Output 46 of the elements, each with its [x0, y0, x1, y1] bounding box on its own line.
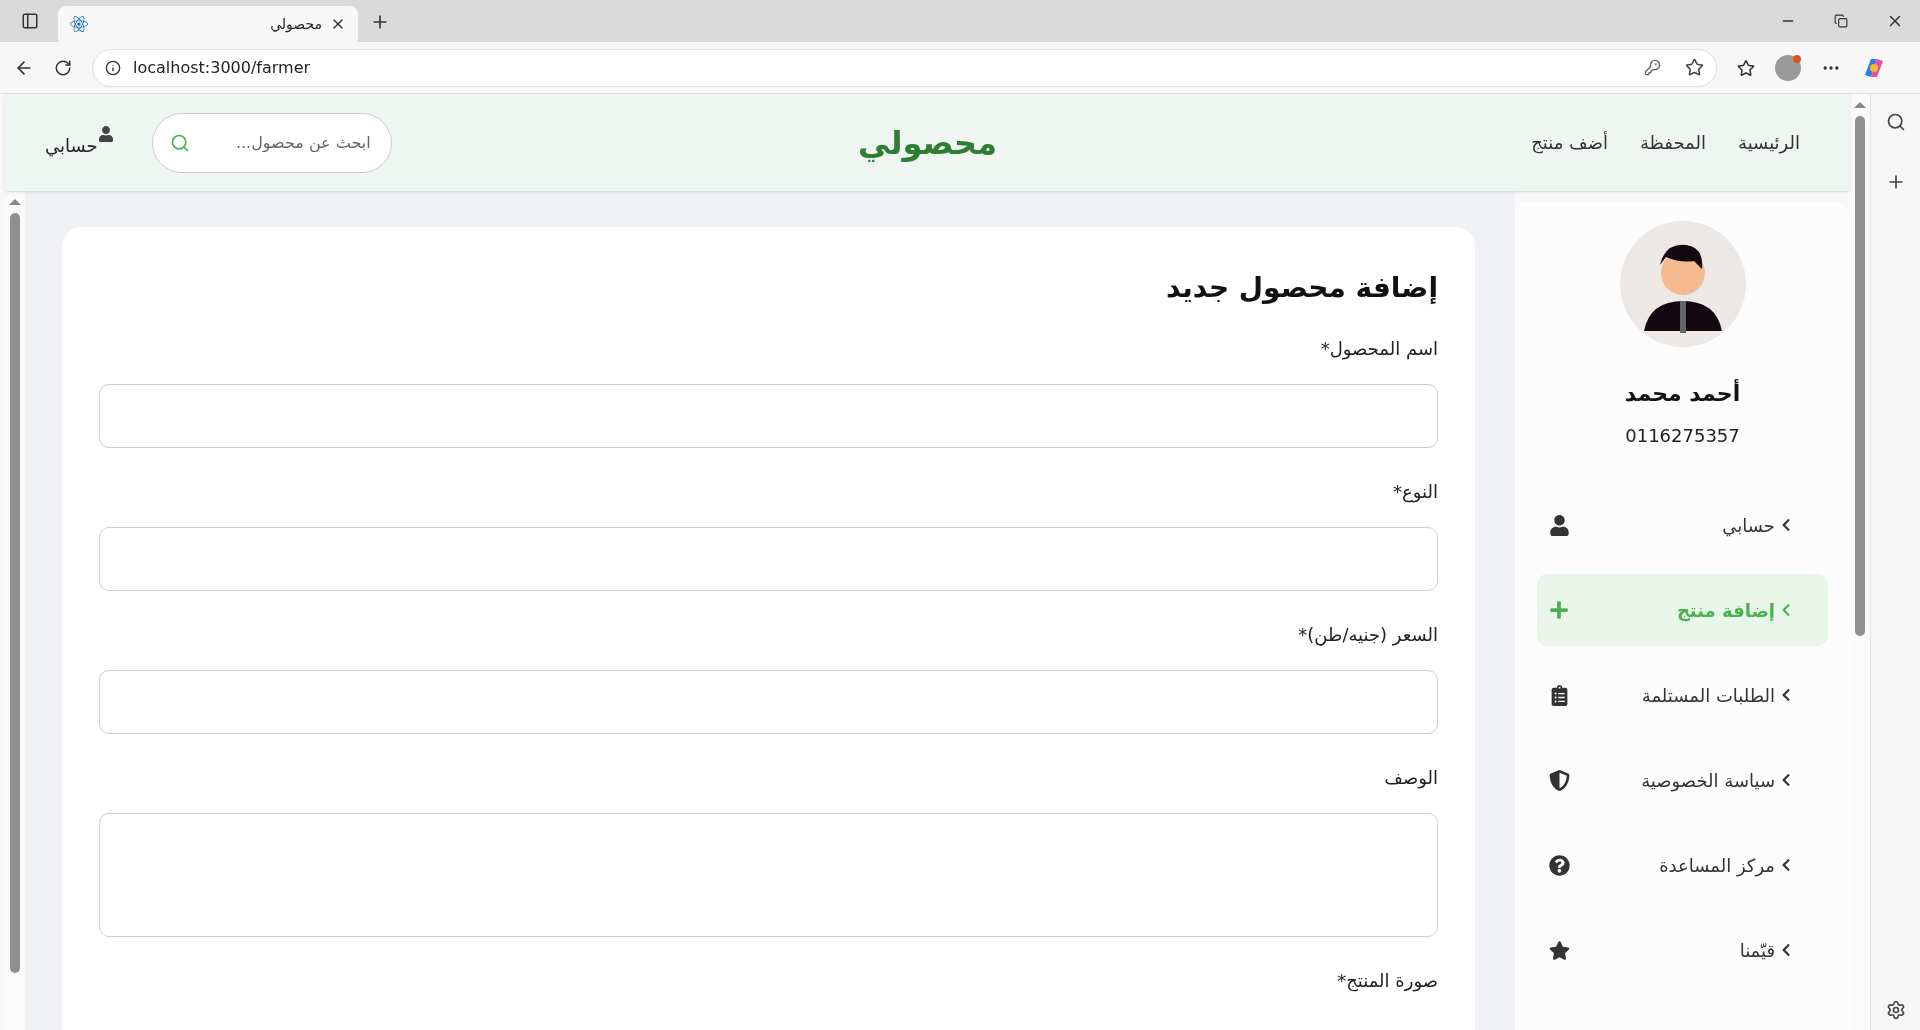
nav-link[interactable]: المحفظة	[1639, 129, 1706, 156]
restore-icon[interactable]	[1834, 14, 1848, 28]
nav-link[interactable]: أضف منتج	[1531, 129, 1608, 156]
account-link[interactable]: حسابي	[45, 126, 114, 159]
text-input-field[interactable]	[99, 384, 1438, 448]
settings-icon[interactable]	[1885, 1000, 1906, 1020]
sidebar-menu-item[interactable]: حسابي	[1537, 489, 1828, 561]
text-input-field[interactable]	[99, 527, 1438, 591]
search-icon	[169, 132, 190, 153]
react-logo-icon	[70, 15, 88, 33]
star-icon	[1549, 939, 1570, 961]
profile-name: أحمد محمد	[1624, 378, 1741, 408]
profile-avatar-icon[interactable]	[1775, 54, 1801, 81]
sidebar-toggle-icon[interactable]	[21, 12, 39, 30]
avatar-silhouette-icon	[1619, 221, 1746, 347]
plus-icon	[1549, 600, 1569, 620]
profile-phone: 0116275357	[1625, 424, 1740, 448]
nav-link[interactable]: الرئيسية	[1738, 129, 1800, 156]
clipboard-icon	[1549, 684, 1570, 706]
site-logo[interactable]: محصولي	[858, 118, 997, 167]
favorites-icon[interactable]	[1737, 58, 1755, 77]
sidebar-menu-item[interactable]: سياسة الخصوصية	[1537, 744, 1828, 816]
search-icon[interactable]	[1885, 112, 1906, 132]
help-icon	[1549, 854, 1570, 876]
form-title: إضافة محصول جديد	[1165, 270, 1438, 306]
favorite-star-icon[interactable]	[1685, 58, 1704, 77]
field-label: السعر (جنيه/طن)*	[1298, 623, 1438, 648]
address-bar[interactable]: localhost:3000/farmer	[92, 48, 1717, 87]
search-field[interactable]: ابحث عن محصول...	[151, 112, 392, 173]
browser-tab[interactable]: محصولي	[58, 6, 358, 42]
field-label: الوصف	[1384, 766, 1438, 791]
shield-icon	[1549, 769, 1570, 791]
sidebar-menu-item[interactable]: الطلبات المستلمة	[1537, 659, 1828, 731]
field-label: النوع*	[1393, 480, 1438, 505]
user-icon	[97, 126, 114, 142]
field-label: صورة المنتج*	[1337, 969, 1438, 994]
page-scrollbar-thumb[interactable]	[1855, 116, 1865, 636]
key-icon[interactable]	[1644, 59, 1661, 76]
info-icon[interactable]	[105, 59, 121, 76]
user-icon	[1549, 514, 1570, 536]
sidebar-menu-item[interactable]: مركز المساعدة	[1537, 829, 1828, 901]
sidebar-menu-item[interactable]: قيّمنا	[1537, 914, 1828, 986]
field-label: اسم المحصول*	[1320, 337, 1438, 362]
text-input-field[interactable]	[99, 670, 1438, 734]
reload-icon[interactable]	[54, 58, 72, 77]
scrollbar-thumb[interactable]	[10, 213, 20, 973]
